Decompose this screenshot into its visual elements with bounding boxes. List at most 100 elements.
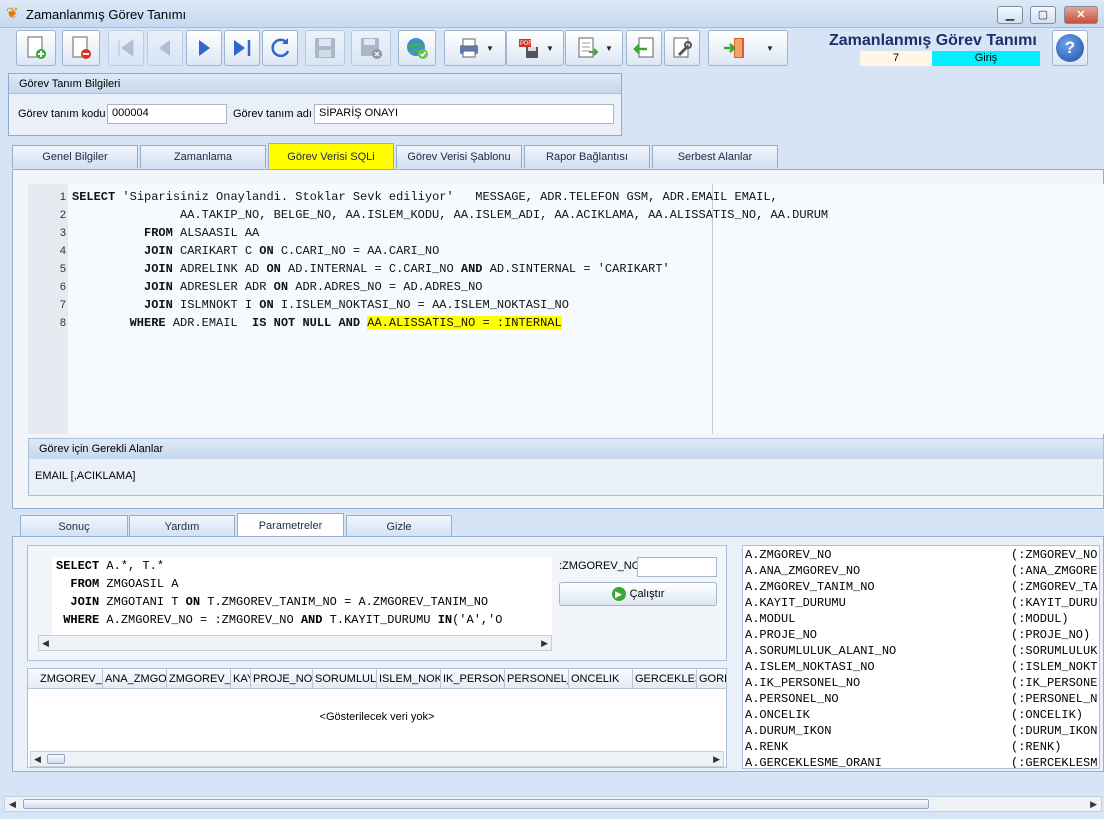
grid-column-header[interactable]: GORI bbox=[697, 669, 727, 689]
grid-column-header[interactable]: ZMGOREV_T bbox=[167, 669, 231, 689]
field-name[interactable]: A.ONCELIK bbox=[745, 708, 810, 722]
param-zmgorev-no-input[interactable] bbox=[637, 557, 717, 577]
pdf-export-button[interactable]: PDF ▼ bbox=[506, 30, 564, 66]
title-bar: ❦ Zamanlanmış Görev Tanımı ▁ ▢ ✕ bbox=[0, 0, 1104, 28]
delete-record-button[interactable] bbox=[62, 30, 100, 66]
code-segment: A.ZMGOREV_NO = :ZMGOREV_NO bbox=[99, 613, 301, 627]
field-name[interactable]: A.PROJE_NO bbox=[745, 628, 817, 642]
field-name[interactable]: A.ZMGOREV_TANIM_NO bbox=[745, 580, 875, 594]
import-button[interactable] bbox=[626, 30, 662, 66]
grid-column-header[interactable]: PROJE_NO bbox=[251, 669, 313, 689]
grid-column-header[interactable]: GERCEKLESM bbox=[633, 669, 697, 689]
tab-sonuc[interactable]: Sonuç bbox=[20, 515, 128, 538]
task-name-field[interactable]: SİPARİŞ ONAYI bbox=[314, 104, 614, 124]
scroll-left-icon[interactable]: ◀ bbox=[9, 797, 16, 811]
field-parameter[interactable]: (:PERSONEL_N bbox=[1011, 692, 1097, 706]
field-name[interactable]: A.MODUL bbox=[745, 612, 795, 626]
field-parameter[interactable]: (:ZMGOREV_NO bbox=[1011, 548, 1097, 562]
field-parameter[interactable]: (:ONCELIK) bbox=[1011, 708, 1083, 722]
grid-hscrollbar[interactable]: ◀ ▶ bbox=[30, 751, 724, 767]
scroll-left-icon[interactable]: ◀ bbox=[34, 752, 41, 766]
field-parameter[interactable]: (:KAYIT_DURU bbox=[1011, 596, 1097, 610]
exit-button[interactable]: ▼ bbox=[708, 30, 788, 66]
code-segment: WHERE bbox=[129, 316, 166, 330]
field-parameter[interactable]: (:MODUL) bbox=[1011, 612, 1069, 626]
tab-gorev-verisi-sqli[interactable]: Görev Verisi SQLi bbox=[268, 143, 394, 169]
field-parameter[interactable]: (:PROJE_NO) bbox=[1011, 628, 1090, 642]
field-parameter[interactable]: (:ZMGOREV_TA bbox=[1011, 580, 1097, 594]
import-icon bbox=[633, 37, 654, 58]
field-name[interactable]: A.RENK bbox=[745, 740, 788, 754]
field-parameter[interactable]: (:IK_PERSONE bbox=[1011, 676, 1097, 690]
task-code-field[interactable]: 000004 bbox=[107, 104, 227, 124]
field-name[interactable]: A.ANA_ZMGOREV_NO bbox=[745, 564, 860, 578]
tab-rapor-baglantisi[interactable]: Rapor Bağlantısı bbox=[524, 145, 650, 168]
grid-column-header[interactable]: ONCELIK bbox=[569, 669, 633, 689]
tools-button[interactable] bbox=[664, 30, 700, 66]
cancel-save-button[interactable] bbox=[351, 30, 391, 66]
field-name[interactable]: A.PERSONEL_NO bbox=[745, 692, 839, 706]
minimize-button[interactable]: ▁ bbox=[997, 6, 1023, 24]
field-name[interactable]: A.ISLEM_NOKTASI_NO bbox=[745, 660, 875, 674]
tab-gizle[interactable]: Gizle bbox=[346, 515, 452, 538]
tab-gorev-verisi-sablonu[interactable]: Görev Verisi Şablonu bbox=[396, 145, 522, 168]
tab-parametreler[interactable]: Parametreler bbox=[237, 513, 344, 537]
tab-genel-bilgiler[interactable]: Genel Bilgiler bbox=[12, 145, 138, 168]
scroll-right-icon[interactable]: ▶ bbox=[541, 636, 548, 650]
field-parameter[interactable]: (:RENK) bbox=[1011, 740, 1061, 754]
tab-zamanlama[interactable]: Zamanlama bbox=[140, 145, 266, 168]
field-parameter[interactable]: (:GERCEKLESM bbox=[1011, 756, 1097, 768]
refresh-button[interactable] bbox=[262, 30, 298, 66]
help-button[interactable]: ? bbox=[1052, 30, 1088, 66]
field-name[interactable]: A.DURUM_IKON bbox=[745, 724, 831, 738]
next-record-button[interactable] bbox=[186, 30, 222, 66]
tab-serbest-alanlar[interactable]: Serbest Alanlar bbox=[652, 145, 778, 168]
field-name[interactable]: A.ZMGOREV_NO bbox=[745, 548, 831, 562]
scroll-right-icon[interactable]: ▶ bbox=[713, 752, 720, 766]
close-button[interactable]: ✕ bbox=[1064, 6, 1098, 24]
scroll-right-icon[interactable]: ▶ bbox=[1090, 797, 1097, 811]
svg-text:PDF: PDF bbox=[520, 41, 532, 47]
export-icon bbox=[578, 37, 599, 58]
required-fields-header: Görev için Gerekli Alanlar bbox=[29, 439, 1103, 459]
grid-column-header[interactable]: SORUMLULU bbox=[313, 669, 377, 689]
parameter-sql-hscrollbar[interactable]: ◀ ▶ bbox=[38, 635, 552, 651]
maximize-button[interactable]: ▢ bbox=[1030, 6, 1056, 24]
print-button[interactable]: ▼ bbox=[444, 30, 506, 66]
field-parameter[interactable]: (:SORUMLULUK bbox=[1011, 644, 1097, 658]
delete-document-icon bbox=[72, 36, 91, 59]
grid-column-header[interactable]: ZMGOREV_N bbox=[38, 669, 103, 689]
field-parameter[interactable]: (:DURUM_IKON bbox=[1011, 724, 1097, 738]
field-parameter[interactable]: (:ANA_ZMGORE bbox=[1011, 564, 1097, 578]
save-button[interactable] bbox=[305, 30, 345, 66]
new-record-button[interactable] bbox=[16, 30, 56, 66]
main-hscrollbar[interactable]: ◀ ▶ bbox=[4, 796, 1102, 812]
first-record-button[interactable] bbox=[108, 30, 144, 66]
grid-column-header[interactable]: ISLEM_NOKT bbox=[377, 669, 441, 689]
field-name[interactable]: A.IK_PERSONEL_NO bbox=[745, 676, 860, 690]
last-record-button[interactable] bbox=[224, 30, 260, 66]
scroll-thumb[interactable] bbox=[23, 799, 929, 809]
last-icon bbox=[234, 40, 251, 56]
previous-record-button[interactable] bbox=[147, 30, 183, 66]
grid-column-header[interactable]: IK_PERSONE bbox=[441, 669, 505, 689]
grid-column-header[interactable]: KAY bbox=[231, 669, 251, 689]
next-icon bbox=[199, 40, 210, 56]
run-button[interactable]: ▶ Çalıştır bbox=[559, 582, 717, 606]
field-name[interactable]: A.GERCEKLESME_ORANI bbox=[745, 756, 882, 768]
scroll-left-icon[interactable]: ◀ bbox=[42, 636, 49, 650]
field-name[interactable]: A.KAYIT_DURUMU bbox=[745, 596, 846, 610]
web-button[interactable] bbox=[398, 30, 436, 66]
grid-column-header[interactable]: PERSONEL_I bbox=[505, 669, 569, 689]
grid-column-header[interactable]: ANA_ZMGOF bbox=[103, 669, 167, 689]
field-parameter[interactable]: (:ISLEM_NOKT bbox=[1011, 660, 1097, 674]
parameter-field-list[interactable]: A.ZMGOREV_NO (:ZMGOREV_NO A.ANA_ZMGOREV_NO… bbox=[742, 545, 1100, 769]
code-segment: FROM bbox=[70, 577, 100, 591]
field-name[interactable]: A.SORUMLULUK_ALANI_NO bbox=[745, 644, 896, 658]
scroll-thumb[interactable] bbox=[47, 754, 65, 764]
tab-yardim[interactable]: Yardım bbox=[129, 515, 235, 538]
export-button[interactable]: ▼ bbox=[565, 30, 623, 66]
code-segment: JOIN bbox=[144, 298, 173, 312]
